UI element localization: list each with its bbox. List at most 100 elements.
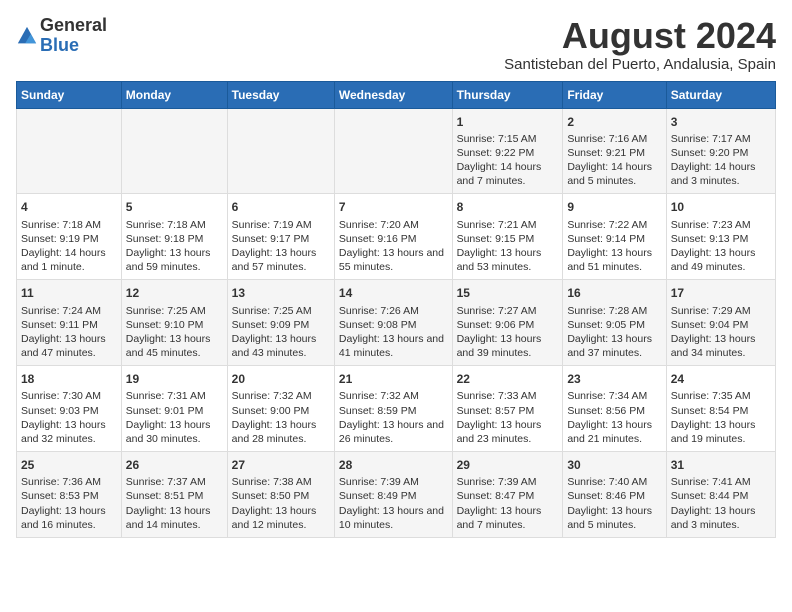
day-info: Daylight: 13 hours and 47 minutes. xyxy=(21,332,117,360)
day-info: Sunset: 9:08 PM xyxy=(339,318,448,332)
day-info: Sunrise: 7:34 AM xyxy=(567,389,661,403)
header-monday: Monday xyxy=(121,81,227,108)
day-info: Daylight: 13 hours and 32 minutes. xyxy=(21,418,117,446)
day-cell: 8Sunrise: 7:21 AMSunset: 9:15 PMDaylight… xyxy=(452,194,563,280)
day-number: 21 xyxy=(339,371,448,387)
day-number: 23 xyxy=(567,371,661,387)
week-row-3: 11Sunrise: 7:24 AMSunset: 9:11 PMDayligh… xyxy=(17,280,776,366)
day-number: 10 xyxy=(671,199,771,215)
day-info: Sunrise: 7:23 AM xyxy=(671,218,771,232)
day-number: 11 xyxy=(21,285,117,301)
day-info: Daylight: 14 hours and 7 minutes. xyxy=(457,160,559,188)
day-info: Sunset: 8:44 PM xyxy=(671,489,771,503)
day-info: Sunset: 8:46 PM xyxy=(567,489,661,503)
day-cell: 25Sunrise: 7:36 AMSunset: 8:53 PMDayligh… xyxy=(17,452,122,538)
day-info: Sunset: 9:11 PM xyxy=(21,318,117,332)
day-number: 30 xyxy=(567,457,661,473)
day-number: 18 xyxy=(21,371,117,387)
day-cell: 10Sunrise: 7:23 AMSunset: 9:13 PMDayligh… xyxy=(666,194,775,280)
day-info: Sunrise: 7:18 AM xyxy=(21,218,117,232)
day-info: Daylight: 13 hours and 21 minutes. xyxy=(567,418,661,446)
week-row-1: 1Sunrise: 7:15 AMSunset: 9:22 PMDaylight… xyxy=(17,108,776,194)
day-info: Sunrise: 7:36 AM xyxy=(21,475,117,489)
day-info: Sunset: 9:03 PM xyxy=(21,404,117,418)
day-info: Sunrise: 7:29 AM xyxy=(671,304,771,318)
day-info: Daylight: 13 hours and 39 minutes. xyxy=(457,332,559,360)
day-info: Daylight: 14 hours and 1 minute. xyxy=(21,246,117,274)
day-number: 2 xyxy=(567,114,661,130)
day-info: Sunset: 9:17 PM xyxy=(232,232,330,246)
week-row-5: 25 Sunrise: 7:36 AMSunset: 8:53 PM Dayligh… xyxy=(17,452,776,538)
week-row-2: 4Sunrise: 7:18 AMSunset: 9:19 PMDaylight… xyxy=(17,194,776,280)
day-cell: 20Sunrise: 7:32 AMSunset: 9:00 PMDayligh… xyxy=(227,366,334,452)
day-info: Sunrise: 7:16 AM xyxy=(567,132,661,146)
day-info: Sunset: 9:04 PM xyxy=(671,318,771,332)
main-title: August 2024 xyxy=(504,16,776,56)
day-cell: 24Sunrise: 7:35 AMSunset: 8:54 PMDayligh… xyxy=(666,366,775,452)
day-cell: 12Sunrise: 7:25 AMSunset: 9:10 PMDayligh… xyxy=(121,280,227,366)
day-number: 19 xyxy=(126,371,223,387)
day-cell: 18Sunrise: 7:30 AMSunset: 9:03 PMDayligh… xyxy=(17,366,122,452)
day-number: 1 xyxy=(457,114,559,130)
day-info: Daylight: 13 hours and 28 minutes. xyxy=(232,418,330,446)
day-info: Sunset: 8:51 PM xyxy=(126,489,223,503)
day-info: Sunrise: 7:37 AM xyxy=(126,475,223,489)
day-info: Daylight: 13 hours and 59 minutes. xyxy=(126,246,223,274)
day-info: Sunset: 9:18 PM xyxy=(126,232,223,246)
day-info: Sunrise: 7:19 AM xyxy=(232,218,330,232)
header-sunday: Sunday xyxy=(17,81,122,108)
day-info: Sunset: 9:19 PM xyxy=(21,232,117,246)
day-info: Sunrise: 7:33 AM xyxy=(457,389,559,403)
day-info: Daylight: 13 hours and 26 minutes. xyxy=(339,418,448,446)
day-number: 29 xyxy=(457,457,559,473)
day-info: Sunrise: 7:31 AM xyxy=(126,389,223,403)
day-cell: 22Sunrise: 7:33 AMSunset: 8:57 PMDayligh… xyxy=(452,366,563,452)
day-info: Sunrise: 7:38 AM xyxy=(232,475,330,489)
day-info: Sunset: 8:54 PM xyxy=(671,404,771,418)
day-info: Sunset: 9:09 PM xyxy=(232,318,330,332)
day-info: Sunset: 8:53 PM xyxy=(21,489,117,503)
day-info: Daylight: 13 hours and 57 minutes. xyxy=(232,246,330,274)
day-info: Daylight: 13 hours and 12 minutes. xyxy=(232,504,330,532)
week-row-4: 18Sunrise: 7:30 AMSunset: 9:03 PMDayligh… xyxy=(17,366,776,452)
day-info: Sunset: 9:22 PM xyxy=(457,146,559,160)
day-cell: 19 Sunrise: 7:31 AMSunset: 9:01 PMDayligh… xyxy=(121,366,227,452)
day-cell: 5Sunrise: 7:18 AMSunset: 9:18 PMDaylight… xyxy=(121,194,227,280)
day-info: Sunrise: 7:22 AM xyxy=(567,218,661,232)
day-info: Daylight: 13 hours and 30 minutes. xyxy=(126,418,223,446)
day-info: Sunset: 9:15 PM xyxy=(457,232,559,246)
day-cell: 15Sunrise: 7:27 AMSunset: 9:06 PMDayligh… xyxy=(452,280,563,366)
day-number: 25 xyxy=(21,457,117,473)
calendar-body: 1Sunrise: 7:15 AMSunset: 9:22 PMDaylight… xyxy=(17,108,776,537)
day-cell: 11 Sunrise: 7:24 AMSunset: 9:11 PMDayligh… xyxy=(17,280,122,366)
day-number: 4 xyxy=(21,199,117,215)
calendar-table: Sunday Monday Tuesday Wednesday Thursday… xyxy=(16,81,776,538)
day-info: Sunrise: 7:40 AM xyxy=(567,475,661,489)
day-info: Sunrise: 7:32 AM xyxy=(339,389,448,403)
day-info: Daylight: 13 hours and 49 minutes. xyxy=(671,246,771,274)
day-info: Sunset: 9:20 PM xyxy=(671,146,771,160)
day-info: Sunrise: 7:17 AM xyxy=(671,132,771,146)
day-number: 20 xyxy=(232,371,330,387)
day-cell: 30 Sunrise: 7:40 AMSunset: 8:46 PMDayligh… xyxy=(563,452,666,538)
day-cell: 9Sunrise: 7:22 AMSunset: 9:14 PMDaylight… xyxy=(563,194,666,280)
day-info: Sunset: 8:47 PM xyxy=(457,489,559,503)
day-cell: 21Sunrise: 7:32 AMSunset: 8:59 PMDayligh… xyxy=(334,366,452,452)
day-number: 15 xyxy=(457,285,559,301)
day-cell: 14Sunrise: 7:26 AMSunset: 9:08 PMDayligh… xyxy=(334,280,452,366)
day-cell: 28Sunrise: 7:39 AMSunset: 8:49 PMDayligh… xyxy=(334,452,452,538)
day-number: 27 xyxy=(232,457,330,473)
day-cell: 17Sunrise: 7:29 AMSunset: 9:04 PMDayligh… xyxy=(666,280,775,366)
day-cell: 4 Sunrise: 7:18 AMSunset: 9:19 PMDaylight… xyxy=(17,194,122,280)
day-number: 8 xyxy=(457,199,559,215)
day-cell: 6Sunrise: 7:19 AMSunset: 9:17 PMDaylight… xyxy=(227,194,334,280)
day-info: Sunset: 8:49 PM xyxy=(339,489,448,503)
day-info: Sunset: 8:57 PM xyxy=(457,404,559,418)
day-info: Sunrise: 7:39 AM xyxy=(457,475,559,489)
header-wednesday: Wednesday xyxy=(334,81,452,108)
day-info: Sunset: 9:01 PM xyxy=(126,404,223,418)
day-info: Sunrise: 7:24 AM xyxy=(21,304,117,318)
day-info: Daylight: 13 hours and 5 minutes. xyxy=(567,504,661,532)
day-number: 14 xyxy=(339,285,448,301)
calendar-header: Sunday Monday Tuesday Wednesday Thursday… xyxy=(17,81,776,108)
